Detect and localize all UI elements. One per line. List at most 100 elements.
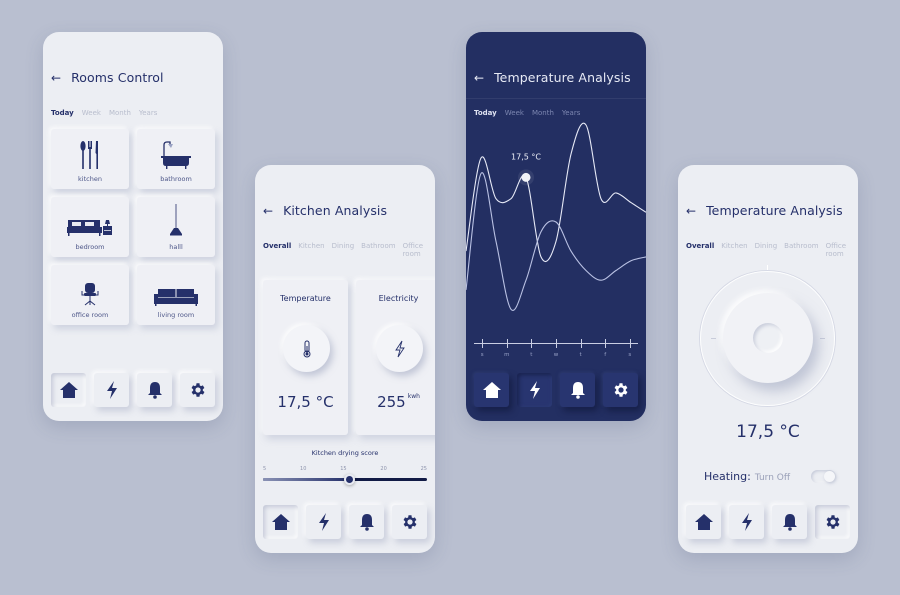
heating-label: Heating: <box>704 470 751 483</box>
tab-overall[interactable]: Overall <box>686 242 714 258</box>
nav-notifications-button[interactable] <box>137 373 172 407</box>
header-divider <box>466 98 646 99</box>
line-series-a <box>466 122 646 262</box>
nav-home-button[interactable] <box>686 505 721 539</box>
tab-bathroom[interactable]: Bathroom <box>784 242 818 258</box>
x-tick-label: f <box>604 352 607 358</box>
tab-kitchen[interactable]: Kitchen <box>298 242 324 258</box>
highlight-point[interactable] <box>521 172 531 182</box>
x-tick-label: m <box>504 352 510 358</box>
tab-month[interactable]: Month <box>109 109 131 117</box>
tab-bathroom[interactable]: Bathroom <box>361 242 395 258</box>
highlight-label: 17,5 °C <box>511 152 541 161</box>
x-tick <box>629 339 631 348</box>
bathtub-icon <box>161 141 191 169</box>
slider-tick: 10 <box>300 466 307 472</box>
nav-notifications-button[interactable] <box>349 505 384 539</box>
x-tick-label: s <box>628 352 632 358</box>
room-tile-hall[interactable]: halll <box>137 197 215 257</box>
temperature-dial-screen: ← Temperature Analysis Overall Kitchen D… <box>678 165 858 553</box>
toggle-knob <box>824 471 835 482</box>
nav-home-button[interactable] <box>51 373 86 407</box>
room-tile-kitchen[interactable]: kitchen <box>51 129 129 189</box>
nav-notifications-button[interactable] <box>772 505 807 539</box>
nav-notifications-button[interactable] <box>560 373 595 407</box>
home-icon <box>694 514 713 530</box>
office-chair-icon <box>81 283 99 306</box>
tab-overall[interactable]: Overall <box>263 242 291 258</box>
x-tick-label: s <box>480 352 484 358</box>
x-axis-ticks <box>474 339 638 348</box>
tab-kitchen[interactable]: Kitchen <box>721 242 747 258</box>
electricity-knob[interactable] <box>376 325 423 372</box>
x-tick <box>580 339 582 348</box>
home-icon <box>482 382 501 398</box>
heating-toggle[interactable] <box>811 470 836 483</box>
nav-home-button[interactable] <box>263 505 298 539</box>
tab-today[interactable]: Today <box>51 109 74 117</box>
kitchen-analysis-screen: ← Kitchen Analysis Overall Kitchen Dinin… <box>255 165 435 553</box>
nav-energy-button[interactable] <box>517 373 552 407</box>
tab-today[interactable]: Today <box>474 109 497 117</box>
tab-years[interactable]: Years <box>562 109 580 117</box>
temperature-line-chart: 17,5 °C <box>466 122 646 311</box>
nav-energy-button[interactable] <box>306 505 341 539</box>
nav-home-button[interactable] <box>474 373 509 407</box>
tab-dining[interactable]: Dining <box>755 242 778 258</box>
bell-icon <box>570 382 585 399</box>
dial-center <box>753 323 783 353</box>
room-tile-bathroom[interactable]: bathroom <box>137 129 215 189</box>
room-tile-office-room[interactable]: office room <box>51 265 129 325</box>
heating-state: Turn Off <box>754 473 791 483</box>
lightning-icon <box>394 340 405 357</box>
gear-icon <box>826 515 839 529</box>
temperature-knob[interactable] <box>283 325 330 372</box>
header: ← Temperature Analysis <box>474 70 631 85</box>
card-title: Electricity <box>378 294 419 303</box>
nav-energy-button[interactable] <box>94 373 129 407</box>
gear-icon <box>614 383 627 397</box>
tab-office-room[interactable]: Office room <box>403 242 435 258</box>
tab-office-room[interactable]: Office room <box>826 242 858 258</box>
electricity-value: 255 kwh <box>356 393 435 411</box>
back-arrow-icon[interactable]: ← <box>474 71 484 85</box>
electricity-card[interactable]: Electricity 255 kwh <box>356 280 435 435</box>
tab-week[interactable]: Week <box>82 109 101 117</box>
dial-mark-left <box>711 338 716 339</box>
x-axis-labels: smtwtfs <box>474 352 638 360</box>
drying-score-slider[interactable] <box>263 474 427 485</box>
room-tile-bedroom[interactable]: bedroom <box>51 197 129 257</box>
electricity-number: 255 <box>377 393 406 411</box>
heating-row: Heating: Turn Off <box>704 470 790 483</box>
back-arrow-icon[interactable]: ← <box>51 71 61 85</box>
back-arrow-icon[interactable]: ← <box>263 204 273 218</box>
slider-ticks: 5 10 15 20 25 <box>263 466 427 472</box>
nav-settings-button[interactable] <box>180 373 215 407</box>
period-tabs: Today Week Month Years <box>474 109 580 117</box>
lightning-icon <box>529 381 540 399</box>
tab-years[interactable]: Years <box>139 109 157 117</box>
back-arrow-icon[interactable]: ← <box>686 204 696 218</box>
nav-settings-button[interactable] <box>603 373 638 407</box>
x-tick <box>531 339 533 348</box>
temperature-card[interactable]: Temperature 17,5 °C <box>263 280 348 435</box>
room-tile-living-room[interactable]: living room <box>137 265 215 325</box>
x-tick-label: w <box>553 352 559 358</box>
tab-dining[interactable]: Dining <box>332 242 355 258</box>
slider-thumb[interactable] <box>343 474 355 485</box>
x-tick-label: t <box>530 352 533 358</box>
cutlery-icon <box>80 141 98 169</box>
x-tick <box>482 339 484 348</box>
tab-week[interactable]: Week <box>505 109 524 117</box>
card-title: Temperature <box>280 294 331 303</box>
bottom-nav <box>51 373 215 407</box>
lightning-icon <box>318 513 329 531</box>
nav-settings-button[interactable] <box>815 505 850 539</box>
room-label: bathroom <box>160 175 192 183</box>
bed-icon <box>67 220 112 236</box>
nav-energy-button[interactable] <box>729 505 764 539</box>
tab-month[interactable]: Month <box>532 109 554 117</box>
header: ← Temperature Analysis <box>686 203 843 218</box>
nav-settings-button[interactable] <box>392 505 427 539</box>
room-label: halll <box>169 243 183 251</box>
